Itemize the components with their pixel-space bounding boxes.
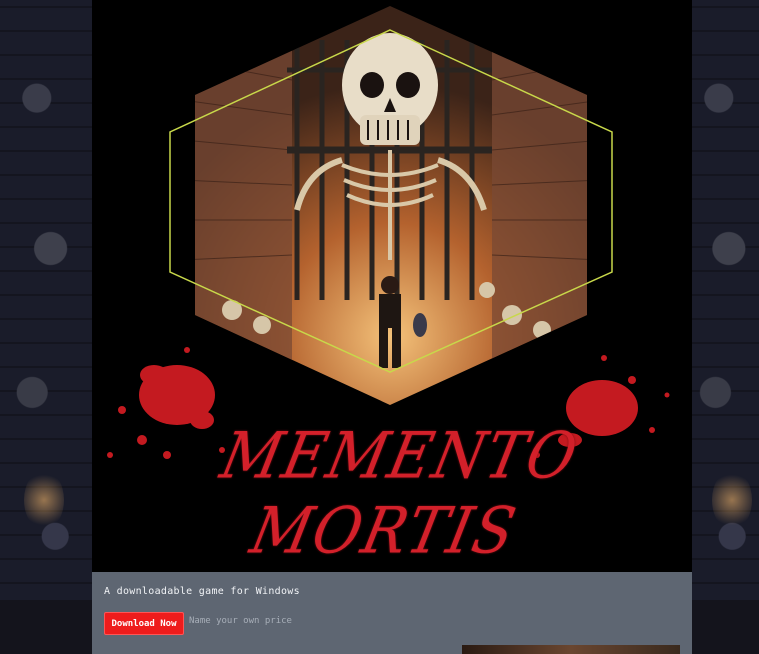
download-now-button[interactable]: Download Now (104, 612, 184, 635)
game-title-logo: MEMENTO MORTIS (214, 418, 586, 568)
dungeon-artwork (195, 6, 587, 405)
left-background-band (0, 600, 92, 654)
left-background-art (0, 0, 92, 654)
candle-glow (24, 470, 64, 530)
game-tagline: A downloadable game for Windows (104, 586, 300, 597)
price-label: Name your own price (189, 616, 292, 626)
right-background-art (692, 0, 759, 654)
right-background-band (692, 600, 759, 654)
candle-glow (712, 470, 752, 530)
game-banner: MEMENTO MORTIS (92, 0, 692, 572)
screenshot-thumbnail[interactable] (462, 645, 680, 654)
game-info-panel: A downloadable game for Windows Download… (92, 572, 692, 654)
